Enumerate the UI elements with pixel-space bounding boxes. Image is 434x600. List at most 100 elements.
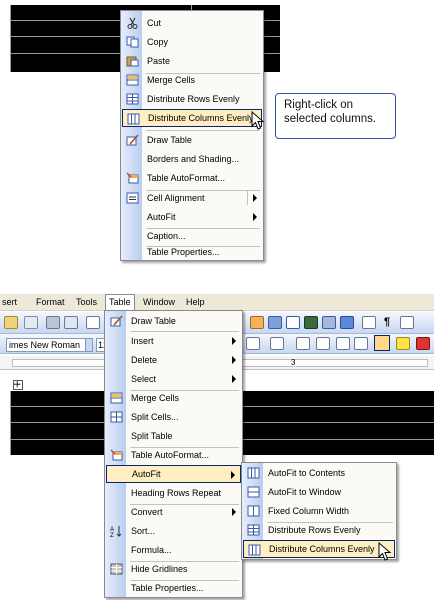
fixed-width-icon <box>247 505 260 517</box>
autofit-window-icon <box>247 486 260 498</box>
line-spacing-icon[interactable] <box>270 337 284 350</box>
font-name-box[interactable]: imes New Roman <box>6 338 92 352</box>
submenu-arrow-icon <box>253 213 257 221</box>
table-menu-sort[interactable]: AZ Sort... <box>106 522 241 540</box>
zoom-box[interactable] <box>400 316 414 329</box>
bullets-icon[interactable] <box>316 337 330 350</box>
fixed-column-width[interactable]: Fixed Column Width <box>243 502 395 520</box>
columns-icon[interactable] <box>322 316 336 329</box>
autofit-to-window[interactable]: AutoFit to Window <box>243 483 395 501</box>
table-menu-formula[interactable]: Formula... <box>106 541 241 559</box>
table-menu-split-cells[interactable]: Split Cells... <box>106 408 241 426</box>
menu-item-cut[interactable]: Cut <box>122 14 262 32</box>
menubar-table[interactable]: Table <box>105 294 135 311</box>
menubar-help[interactable]: Help <box>186 297 205 307</box>
submenu-arrow-icon <box>232 375 236 383</box>
table-menu-autoformat[interactable]: Table AutoFormat... <box>106 446 241 464</box>
menubar-window[interactable]: Window <box>143 297 175 307</box>
menu-item-copy[interactable]: Copy <box>122 33 262 51</box>
instruction-callout: Right-click on selected columns. <box>275 93 396 139</box>
menu-item-borders-shading[interactable]: Borders and Shading... <box>122 150 262 168</box>
submenu-arrow-icon <box>231 471 235 479</box>
distribute-rows-icon <box>126 93 139 105</box>
print-icon[interactable] <box>46 316 60 329</box>
ruler-number: 3 <box>291 358 296 367</box>
table-menu-draw-table[interactable]: Draw Table <box>106 312 241 330</box>
document-map-icon[interactable] <box>362 316 376 329</box>
table-menu-split-table[interactable]: Split Table <box>106 427 241 445</box>
table-menu-select[interactable]: Select <box>106 370 241 388</box>
increase-indent-icon[interactable] <box>354 337 368 350</box>
draw-table-icon <box>126 134 139 146</box>
sort-icon: AZ <box>110 526 122 537</box>
svg-text:Z: Z <box>110 533 114 537</box>
copy-icon <box>126 36 139 48</box>
submenu-distribute-columns[interactable]: Distribute Columns Evenly <box>243 540 395 558</box>
table-menu: Draw Table Insert Delete Select Merge Ce… <box>104 310 243 598</box>
table-menu-convert[interactable]: Convert <box>106 503 241 521</box>
submenu-arrow-icon <box>253 194 257 202</box>
table-menu-delete[interactable]: Delete <box>106 351 241 369</box>
autofit-to-contents[interactable]: AutoFit to Contents <box>243 464 395 482</box>
mouse-pointer-icon <box>378 542 392 561</box>
font-dropdown-button[interactable] <box>85 338 93 352</box>
menu-item-cell-alignment[interactable]: Cell Alignment <box>122 189 262 207</box>
context-menu: Cut Copy Paste Merge Cells Distribute Ro… <box>120 10 264 261</box>
distribute-columns-icon <box>127 113 140 125</box>
menu-bar: sert Format Tools Table Window Help <box>0 294 434 311</box>
distribute-columns-icon <box>248 544 261 556</box>
menu-item-table-properties[interactable]: Table Properties... <box>122 243 262 261</box>
table-menu-hide-gridlines[interactable]: Hide Gridlines <box>106 560 241 578</box>
menubar-insert[interactable]: sert <box>2 297 17 307</box>
table-menu-autofit[interactable]: AutoFit <box>106 465 241 483</box>
show-hide-icon[interactable]: ¶ <box>384 316 390 328</box>
autoformat-icon <box>110 449 123 461</box>
gridlines-icon <box>110 563 123 575</box>
insert-table-icon[interactable] <box>286 316 300 329</box>
table-menu-heading-rows-repeat[interactable]: Heading Rows Repeat <box>106 484 241 502</box>
table-menu-properties[interactable]: Table Properties... <box>106 579 241 597</box>
hyperlink-icon[interactable] <box>250 316 264 329</box>
menu-item-table-autoformat[interactable]: Table AutoFormat... <box>122 169 262 187</box>
paste-icon <box>126 56 139 67</box>
menu-item-merge-cells[interactable]: Merge Cells <box>122 71 262 89</box>
submenu-distribute-rows[interactable]: Distribute Rows Evenly <box>243 521 395 539</box>
autofit-submenu: AutoFit to Contents AutoFit to Window Fi… <box>241 462 397 560</box>
table-menu-insert[interactable]: Insert <box>106 332 241 350</box>
menubar-tools[interactable]: Tools <box>76 297 97 307</box>
insert-excel-icon[interactable] <box>304 316 318 329</box>
cell-alignment-icon <box>126 192 139 204</box>
split-cells-icon <box>110 411 123 423</box>
drawing-icon[interactable] <box>340 316 354 329</box>
email-icon[interactable] <box>24 316 38 329</box>
submenu-arrow-icon <box>232 508 236 516</box>
open-icon[interactable] <box>4 316 18 329</box>
submenu-arrow-icon <box>232 356 236 364</box>
menu-item-autofit[interactable]: AutoFit <box>122 208 262 226</box>
submenu-split-divider <box>247 191 248 205</box>
autofit-contents-icon <box>247 467 260 479</box>
draw-table-icon <box>110 315 123 327</box>
menubar-format[interactable]: Format <box>36 297 65 307</box>
distribute-rows-icon <box>247 524 260 536</box>
menu-item-paste[interactable]: Paste <box>122 52 262 70</box>
highlight-icon[interactable] <box>396 337 410 350</box>
menu-item-draw-table[interactable]: Draw Table <box>122 131 262 149</box>
font-color-icon[interactable] <box>416 337 430 350</box>
numbering-icon[interactable] <box>296 337 310 350</box>
autoformat-icon <box>126 172 139 184</box>
mouse-pointer-icon <box>251 111 265 130</box>
tables-borders-icon[interactable] <box>268 316 282 329</box>
menu-item-distribute-columns[interactable]: Distribute Columns Evenly <box>122 109 262 127</box>
decrease-indent-icon[interactable] <box>336 337 350 350</box>
submenu-arrow-icon <box>232 337 236 345</box>
table-menu-merge-cells[interactable]: Merge Cells <box>106 389 241 407</box>
menu-item-distribute-rows[interactable]: Distribute Rows Evenly <box>122 90 262 108</box>
merge-cells-icon <box>126 74 139 86</box>
table-move-handle-icon[interactable] <box>13 380 23 390</box>
spelling-icon[interactable] <box>86 316 100 329</box>
print-preview-icon[interactable] <box>64 316 78 329</box>
justify-icon[interactable] <box>246 337 260 350</box>
outside-border-icon[interactable] <box>374 335 390 351</box>
cut-icon <box>127 17 138 29</box>
